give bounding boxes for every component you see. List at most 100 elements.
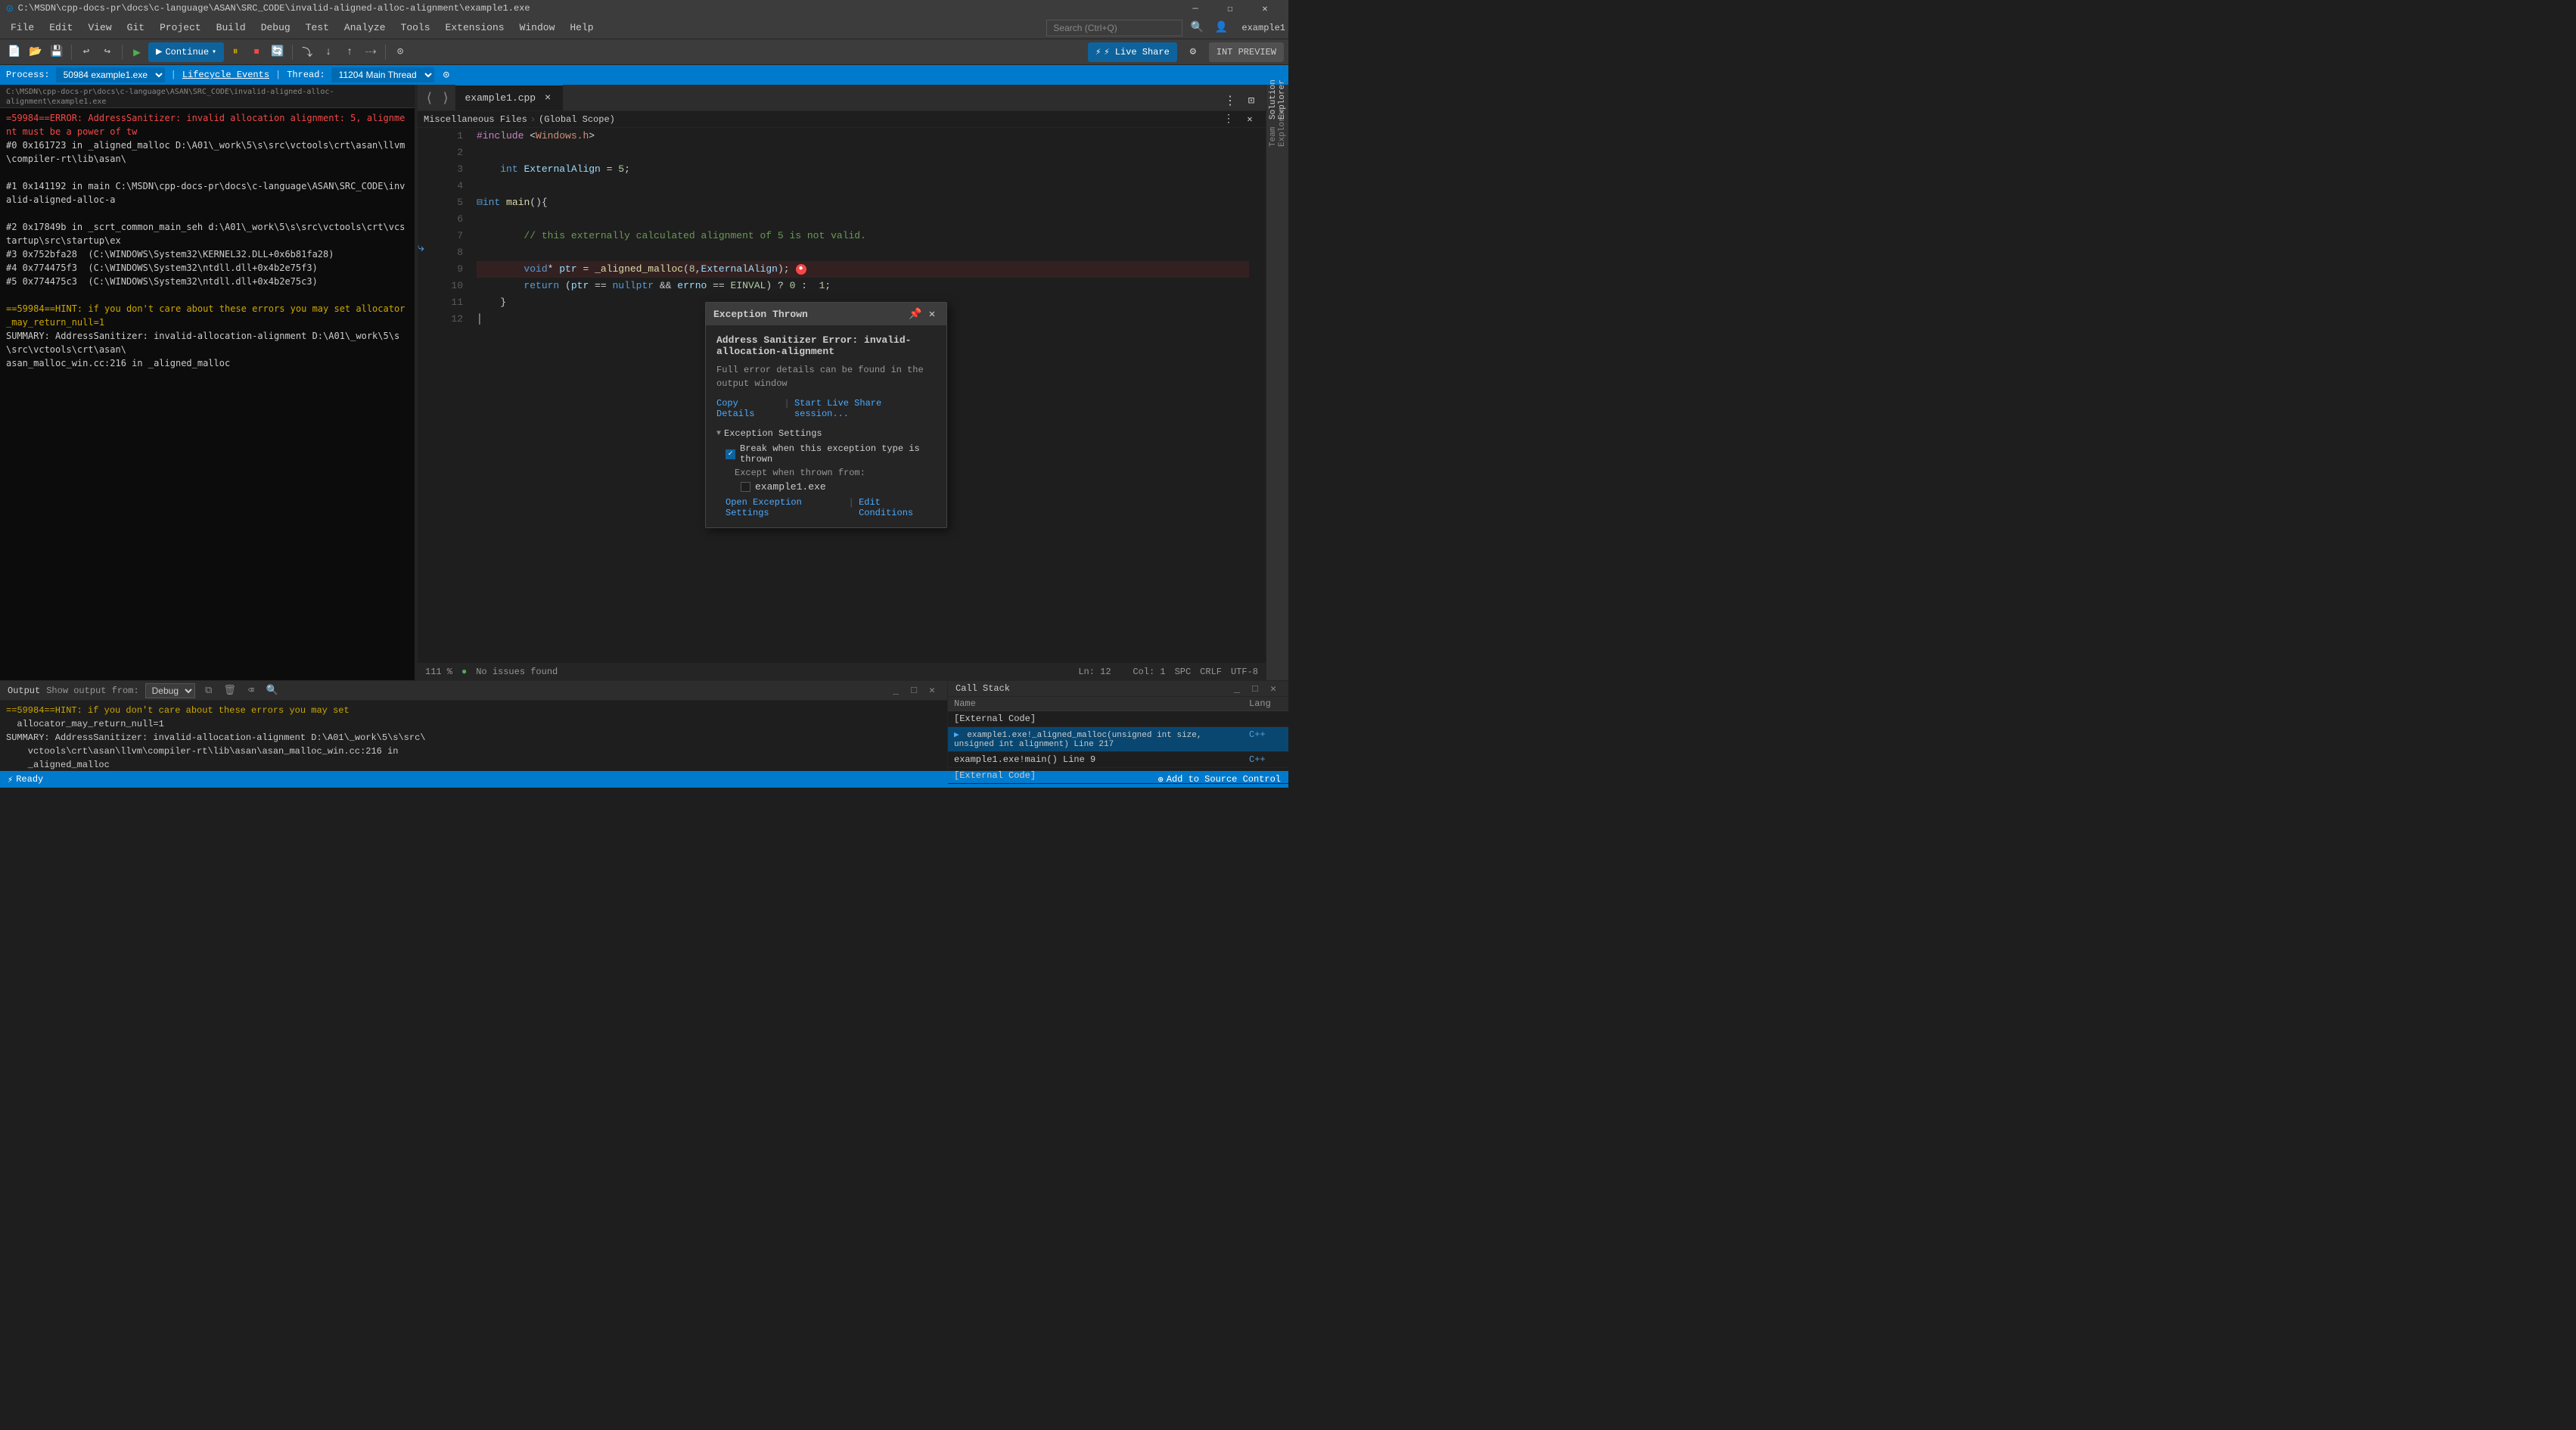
redo-button[interactable]: ↪ bbox=[98, 42, 117, 62]
breadcrumb-close-btn[interactable]: ✕ bbox=[1240, 110, 1260, 129]
menu-help[interactable]: Help bbox=[562, 17, 601, 39]
minimize-button[interactable]: — bbox=[1178, 0, 1213, 17]
example-exe-checkbox[interactable] bbox=[741, 482, 750, 492]
terminal-line bbox=[6, 288, 409, 302]
breadcrumb-files[interactable]: Miscellaneous Files bbox=[424, 114, 527, 125]
line-num-4: 4 bbox=[433, 178, 463, 194]
comma: , bbox=[695, 261, 701, 278]
maximize-button[interactable]: ☐ bbox=[1213, 0, 1248, 17]
close-button[interactable]: ✕ bbox=[1248, 0, 1282, 17]
callstack-row-0[interactable]: [External Code] bbox=[948, 711, 1288, 727]
editor-scrollbar[interactable] bbox=[1255, 128, 1266, 662]
encoding-label[interactable]: UTF-8 bbox=[1231, 667, 1258, 677]
tab-close-button[interactable]: × bbox=[542, 92, 554, 104]
breadcrumb-scope[interactable]: (Global Scope) bbox=[539, 114, 615, 125]
open-button[interactable]: 📂 bbox=[26, 42, 45, 62]
callstack-close-button[interactable]: ✕ bbox=[1266, 681, 1281, 696]
collapse-icon[interactable]: ⊟ bbox=[477, 194, 483, 211]
callstack-maximize-button[interactable]: □ bbox=[1248, 681, 1263, 696]
ternary: ) ? bbox=[766, 278, 789, 294]
output-close-button[interactable]: ✕ bbox=[924, 683, 940, 698]
star: * bbox=[548, 261, 560, 278]
copy-details-link[interactable]: Copy Details bbox=[716, 398, 779, 419]
menu-file[interactable]: File bbox=[3, 17, 42, 39]
continue-dropdown-icon[interactable]: ▾ bbox=[212, 48, 216, 57]
spc-label[interactable]: SPC bbox=[1175, 667, 1192, 677]
callstack-row-2[interactable]: example1.exe!main() Line 9 C++ bbox=[948, 752, 1288, 768]
tab-menu-button[interactable]: ⋮ bbox=[1220, 91, 1240, 110]
continue-button[interactable]: ▶ Continue ▾ bbox=[148, 42, 224, 62]
terminal-line bbox=[6, 166, 409, 179]
terminal-line: #4 0x774475f3 (C:\WINDOWS\System32\ntdll… bbox=[6, 261, 409, 275]
step-into-button[interactable]: ↓ bbox=[319, 42, 338, 62]
callstack-panel: Call Stack _ □ ✕ Name Lang [External Cod… bbox=[948, 681, 1288, 771]
add-source-control-button[interactable]: ⊕ Add to Source Control bbox=[1158, 774, 1281, 785]
step-back-button[interactable]: ▶ bbox=[127, 42, 147, 62]
search-expand-button[interactable]: 🔍 bbox=[1187, 18, 1207, 38]
edit-conditions-link[interactable]: Edit Conditions bbox=[859, 497, 936, 518]
menu-edit[interactable]: Edit bbox=[42, 17, 80, 39]
breakpoints-button[interactable]: ⊙ bbox=[390, 42, 410, 62]
menu-git[interactable]: Git bbox=[120, 17, 152, 39]
break-exception-checkbox[interactable] bbox=[726, 449, 735, 459]
exception-body: Address Sanitizer Error: invalid-allocat… bbox=[706, 325, 946, 527]
live-share-link[interactable]: Start Live Share session... bbox=[794, 398, 936, 419]
exception-pin-button[interactable]: 📌 bbox=[909, 307, 922, 321]
output-line-4: vctools\crt\asan\llvm\compiler-rt\lib\as… bbox=[6, 745, 941, 758]
exception-close-button[interactable]: ✕ bbox=[925, 307, 939, 321]
fn-aligned-malloc: _aligned_malloc bbox=[595, 261, 683, 278]
output-minimize-button[interactable]: _ bbox=[888, 683, 903, 698]
continue-label: Continue bbox=[165, 47, 209, 58]
new-project-button[interactable]: 📄 bbox=[5, 42, 24, 62]
search-input[interactable] bbox=[1046, 20, 1182, 36]
open-exception-settings-link[interactable]: Open Exception Settings bbox=[726, 497, 844, 518]
menu-test[interactable]: Test bbox=[298, 17, 337, 39]
run-to-cursor-button[interactable]: ⤏ bbox=[361, 42, 381, 62]
undo-button[interactable]: ↩ bbox=[76, 42, 96, 62]
step-out-button[interactable]: ↑ bbox=[340, 42, 359, 62]
menu-extensions[interactable]: Extensions bbox=[438, 17, 512, 39]
lifecycle-events-button[interactable]: Lifecycle Events bbox=[182, 70, 269, 80]
account-button[interactable]: 👤 bbox=[1211, 18, 1231, 38]
callstack-minimize-button[interactable]: _ bbox=[1229, 681, 1244, 696]
menu-build[interactable]: Build bbox=[209, 17, 253, 39]
op-2: && bbox=[654, 278, 677, 294]
output-copy-button[interactable]: ⧉ bbox=[201, 683, 216, 698]
output-find-button[interactable]: 🔍 bbox=[265, 683, 280, 698]
menu-window[interactable]: Window bbox=[512, 17, 563, 39]
save-button[interactable]: 💾 bbox=[47, 42, 67, 62]
stop-button[interactable]: ⏹ bbox=[247, 42, 266, 62]
menu-view[interactable]: View bbox=[80, 17, 119, 39]
restart-button[interactable]: 🔄 bbox=[268, 42, 287, 62]
output-clear-button[interactable]: 🗑 bbox=[222, 683, 238, 698]
breadcrumb-menu-btn[interactable]: ⋮ bbox=[1219, 110, 1238, 129]
pause-button[interactable]: ⏸ bbox=[225, 42, 245, 62]
menu-debug[interactable]: Debug bbox=[253, 17, 298, 39]
output-source-select[interactable]: Debug bbox=[145, 683, 195, 698]
output-maximize-button[interactable]: □ bbox=[906, 683, 921, 698]
toolbar-divider-1 bbox=[71, 45, 72, 60]
breadcrumb-bar: Miscellaneous Files › (Global Scope) ⋮ ✕ bbox=[418, 111, 1266, 128]
code-line-4 bbox=[477, 178, 1249, 194]
step-over-button[interactable]: ⤵ bbox=[297, 42, 317, 62]
thread-select[interactable]: 11204 Main Thread bbox=[331, 67, 434, 82]
menu-tools[interactable]: Tools bbox=[393, 17, 438, 39]
sidebar-item-team-explorer[interactable]: Team Explorer bbox=[1269, 118, 1287, 136]
output-wrap-button[interactable]: ⌫ bbox=[244, 683, 259, 698]
no-issues-label[interactable]: No issues found bbox=[476, 667, 558, 677]
menu-analyze[interactable]: Analyze bbox=[337, 17, 393, 39]
tab-example1-cpp[interactable]: example1.cpp × bbox=[455, 85, 563, 110]
live-share-button[interactable]: ⚡ ⚡ Live Share bbox=[1088, 42, 1177, 62]
crlf-label[interactable]: CRLF bbox=[1200, 667, 1222, 677]
tab-split-button[interactable]: ⊡ bbox=[1241, 91, 1261, 110]
callstack-row-1[interactable]: ▶ example1.exe!_aligned_malloc(unsigned … bbox=[948, 727, 1288, 752]
status-ready[interactable]: ⚡ Ready bbox=[8, 774, 43, 785]
int-preview-button[interactable]: INT PREVIEW bbox=[1209, 42, 1284, 62]
terminal-content: =59984==ERROR: AddressSanitizer: invalid… bbox=[0, 108, 415, 680]
exception-settings-header[interactable]: ▼ Exception Settings bbox=[716, 428, 936, 439]
zoom-level[interactable]: 111 % bbox=[425, 667, 452, 677]
settings-button[interactable]: ⚙ bbox=[1183, 42, 1203, 62]
sidebar-item-solution-explorer[interactable]: Solution Explorer bbox=[1269, 91, 1287, 109]
menu-project[interactable]: Project bbox=[152, 17, 209, 39]
process-select[interactable]: 50984 example1.exe bbox=[56, 67, 165, 82]
